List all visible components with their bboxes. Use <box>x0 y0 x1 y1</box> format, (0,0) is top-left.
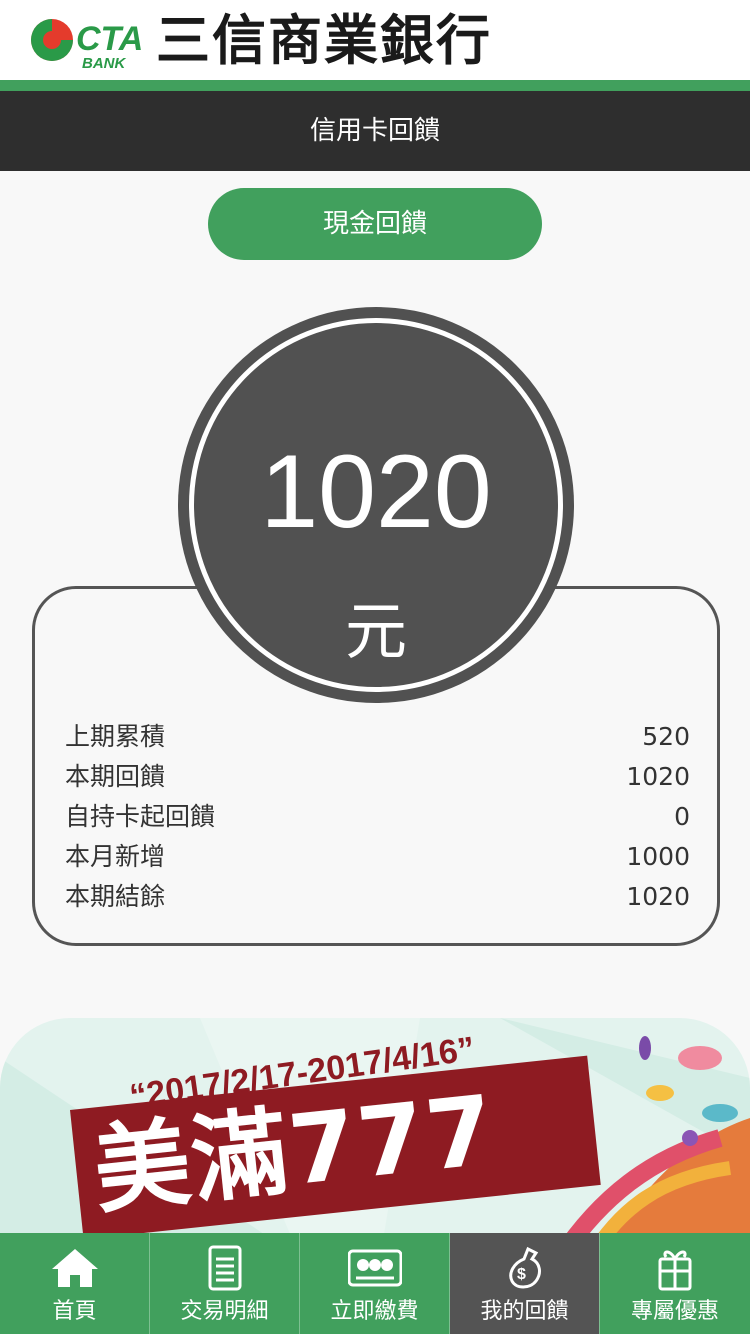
cash-rebate-button[interactable]: 現金回饋 <box>208 188 542 260</box>
rebate-amount: 1020 <box>260 434 492 550</box>
summary-row-current: 本期回饋 1020 <box>65 759 690 795</box>
nav-label: 首頁 <box>52 1299 97 1324</box>
summary-label: 上期累積 <box>65 722 166 751</box>
summary-label: 本月新增 <box>65 842 166 871</box>
summary-row-previous: 上期累積 520 <box>65 719 690 755</box>
nav-item-exclusive-offers[interactable]: 專屬優惠 <box>600 1233 750 1334</box>
summary-value: 1020 <box>626 762 690 791</box>
summary-row-balance: 本期結餘 1020 <box>65 879 690 915</box>
nav-label: 我的回饋 <box>480 1299 569 1324</box>
nav-item-pay-now[interactable]: 立即繳費 <box>300 1233 450 1334</box>
bottom-navigation: 首頁 交易明細 立即繳費 $ 我的回饋 專屬優惠 <box>0 1233 750 1334</box>
page-title: 信用卡回饋 <box>309 116 440 146</box>
rebate-unit: 元 <box>344 595 407 668</box>
home-icon <box>51 1249 98 1287</box>
logo-letters: CTA <box>76 20 143 58</box>
brand-header: CTA BANK 三信商業銀行 <box>0 0 750 80</box>
nav-label: 立即繳費 <box>330 1299 419 1324</box>
payment-card-icon <box>347 1249 402 1287</box>
receipt-icon <box>208 1245 241 1291</box>
summary-value: 1000 <box>626 842 690 871</box>
summary-value: 520 <box>642 722 690 751</box>
summary-label: 自持卡起回饋 <box>65 802 216 831</box>
nav-item-home[interactable]: 首頁 <box>0 1233 150 1334</box>
summary-row-since-card: 自持卡起回饋 0 <box>65 799 690 835</box>
rebate-balance-circle: 1020 元 <box>178 307 574 703</box>
bank-name: 三信商業銀行 <box>156 9 492 72</box>
summary-row-month-new: 本月新增 1000 <box>65 839 690 875</box>
bank-logo: CTA BANK <box>31 19 143 72</box>
money-bag-icon: $ <box>508 1246 541 1289</box>
summary-label: 本期結餘 <box>65 882 166 911</box>
svg-text:$: $ <box>517 1266 526 1283</box>
promo-banner[interactable]: “2017/2/17-2017/4/16” 美滿777 <box>0 1018 750 1258</box>
summary-value: 0 <box>674 802 690 831</box>
nav-item-transactions[interactable]: 交易明細 <box>150 1233 300 1334</box>
header-divider <box>0 80 750 91</box>
logo-sub: BANK <box>82 55 126 72</box>
nav-label: 專屬優惠 <box>630 1299 719 1324</box>
nav-item-my-rebate[interactable]: $ 我的回饋 <box>450 1233 600 1334</box>
summary-value: 1020 <box>626 882 690 911</box>
summary-label: 本期回饋 <box>65 762 166 791</box>
gift-icon <box>658 1250 692 1291</box>
nav-label: 交易明細 <box>180 1299 269 1324</box>
title-bar: 信用卡回饋 <box>0 91 750 171</box>
